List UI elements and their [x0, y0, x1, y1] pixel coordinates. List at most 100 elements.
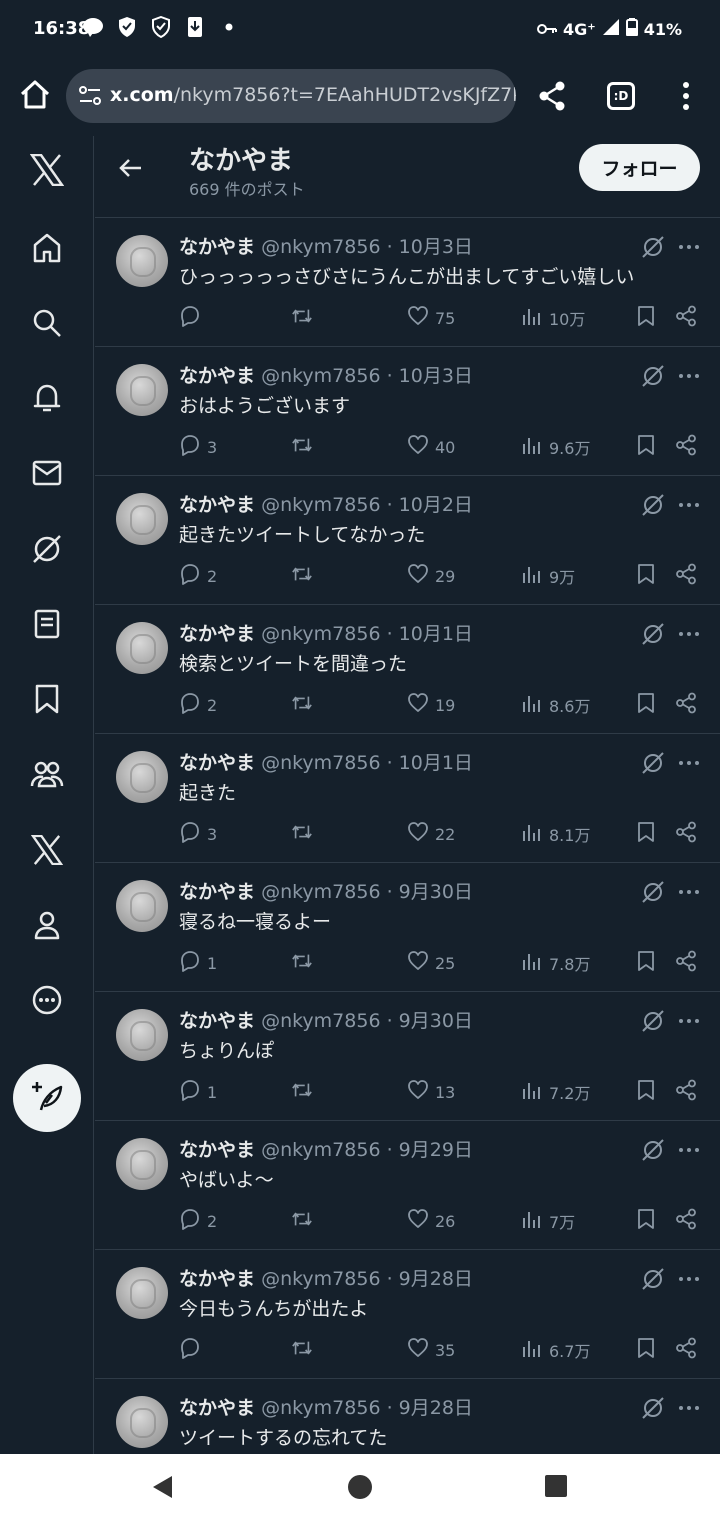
post-item[interactable]: なかやま @nkym7856 · 9月29日 やばいよ〜 2 26 7万 [95, 1121, 720, 1250]
post-item[interactable]: なかやま @nkym7856 · 9月28日 今日もうんちが出たよ 35 6.7万 [95, 1250, 720, 1379]
more-options-icon[interactable] [677, 751, 701, 775]
reply-button[interactable]: 3 [179, 434, 217, 460]
post-author-name[interactable]: なかやま [179, 1139, 255, 1161]
bookmark-button[interactable] [635, 1079, 657, 1105]
avatar[interactable] [116, 1396, 168, 1448]
repost-button[interactable] [291, 1208, 313, 1234]
share-button[interactable] [675, 950, 697, 976]
like-button[interactable]: 35 [407, 1337, 455, 1363]
post-author-name[interactable]: なかやま [179, 623, 255, 645]
like-button[interactable]: 19 [407, 692, 455, 718]
grok-icon[interactable] [641, 364, 665, 388]
post-item[interactable]: なかやま @nkym7856 · 10月2日 起きたツイートしてなかった 2 29 9万 [95, 476, 720, 605]
post-item[interactable]: なかやま @nkym7856 · 9月30日 寝るね一寝るよー 1 25 7.8万 [95, 863, 720, 992]
post-item[interactable]: なかやま @nkym7856 · 9月28日 ツイートするの忘れてた [95, 1379, 720, 1454]
reply-button[interactable]: 2 [179, 563, 217, 589]
like-button[interactable]: 22 [407, 821, 455, 847]
repost-button[interactable] [291, 950, 313, 976]
url-bar[interactable]: x.com/nkym7856?t=7EAahHUDT2vsKJfZ7kW [66, 69, 516, 123]
avatar[interactable] [116, 493, 168, 545]
more-options-icon[interactable] [677, 1009, 701, 1033]
reply-button[interactable]: 1 [179, 1079, 217, 1105]
like-button[interactable]: 40 [407, 434, 455, 460]
back-triangle-icon[interactable] [148, 1473, 176, 1501]
reply-button[interactable] [179, 305, 207, 331]
bookmark-button[interactable] [635, 1337, 657, 1363]
views-button[interactable]: 7万 [521, 1208, 575, 1234]
compose-post-button[interactable] [13, 1064, 81, 1132]
home-nav-icon[interactable] [22, 223, 72, 273]
post-author-name[interactable]: なかやま [179, 881, 255, 903]
more-options-icon[interactable] [677, 880, 701, 904]
more-options-icon[interactable] [677, 1396, 701, 1420]
post-author-name[interactable]: なかやま [179, 494, 255, 516]
follow-button[interactable]: フォロー [579, 144, 700, 191]
views-button[interactable]: 6.7万 [521, 1337, 590, 1363]
avatar[interactable] [116, 1267, 168, 1319]
grok-icon[interactable] [641, 1138, 665, 1162]
home-icon[interactable] [18, 78, 52, 112]
views-button[interactable]: 8.1万 [521, 821, 590, 847]
reply-button[interactable]: 1 [179, 950, 217, 976]
views-button[interactable]: 9万 [521, 563, 575, 589]
bookmark-button[interactable] [635, 950, 657, 976]
grok-icon[interactable] [641, 880, 665, 904]
avatar[interactable] [116, 1138, 168, 1190]
search-icon[interactable] [22, 298, 72, 348]
views-button[interactable]: 9.6万 [521, 434, 590, 460]
post-item[interactable]: なかやま @nkym7856 · 10月3日 ひっっっっっさびさにうんこが出まして… [95, 218, 720, 347]
grok-icon[interactable] [641, 493, 665, 517]
views-button[interactable]: 8.6万 [521, 692, 590, 718]
avatar[interactable] [116, 364, 168, 416]
share-button[interactable] [675, 434, 697, 460]
post-author-name[interactable]: なかやま [179, 1010, 255, 1032]
share-button[interactable] [675, 563, 697, 589]
more-options-icon[interactable] [677, 1267, 701, 1291]
more-options-icon[interactable] [677, 493, 701, 517]
share-button[interactable] [675, 305, 697, 331]
bookmark-nav-icon[interactable] [22, 674, 72, 724]
avatar[interactable] [116, 751, 168, 803]
list-icon[interactable] [22, 599, 72, 649]
repost-button[interactable] [291, 563, 313, 589]
home-circle-icon[interactable] [346, 1473, 374, 1501]
premium-x-icon[interactable] [22, 825, 72, 875]
bell-icon[interactable] [22, 373, 72, 423]
more-options-icon[interactable] [677, 622, 701, 646]
grok-icon[interactable] [641, 751, 665, 775]
reply-button[interactable]: 3 [179, 821, 217, 847]
reply-button[interactable]: 2 [179, 1208, 217, 1234]
bookmark-button[interactable] [635, 1208, 657, 1234]
avatar[interactable] [116, 622, 168, 674]
more-options-icon[interactable] [677, 1138, 701, 1162]
views-button[interactable]: 7.8万 [521, 950, 590, 976]
repost-button[interactable] [291, 821, 313, 847]
recents-square-icon[interactable] [543, 1473, 571, 1501]
x-logo-icon[interactable] [22, 145, 72, 195]
avatar[interactable] [116, 1009, 168, 1061]
post-author-name[interactable]: なかやま [179, 752, 255, 774]
share-icon[interactable] [537, 80, 567, 112]
grok-icon[interactable] [641, 1009, 665, 1033]
share-button[interactable] [675, 1208, 697, 1234]
bookmark-button[interactable] [635, 692, 657, 718]
post-item[interactable]: なかやま @nkym7856 · 10月1日 検索とツイートを間違った 2 19 8.6… [95, 605, 720, 734]
mail-icon[interactable] [22, 448, 72, 498]
like-button[interactable]: 26 [407, 1208, 455, 1234]
profile-icon[interactable] [22, 900, 72, 950]
tab-switcher-button[interactable]: :D [607, 82, 635, 110]
views-button[interactable]: 7.2万 [521, 1079, 590, 1105]
post-item[interactable]: なかやま @nkym7856 · 10月3日 おはようございます 3 40 9.6万 [95, 347, 720, 476]
grok-icon[interactable] [641, 235, 665, 259]
overflow-menu-icon[interactable] [678, 80, 694, 112]
post-author-name[interactable]: なかやま [179, 1268, 255, 1290]
more-options-icon[interactable] [677, 364, 701, 388]
share-button[interactable] [675, 1337, 697, 1363]
like-button[interactable]: 13 [407, 1079, 455, 1105]
grok-icon[interactable] [22, 524, 72, 574]
post-item[interactable]: なかやま @nkym7856 · 9月30日 ちょりんぽ 1 13 7.2万 [95, 992, 720, 1121]
share-button[interactable] [675, 692, 697, 718]
post-item[interactable]: なかやま @nkym7856 · 10月1日 起きた 3 22 8.1万 [95, 734, 720, 863]
repost-button[interactable] [291, 305, 313, 331]
like-button[interactable]: 25 [407, 950, 455, 976]
